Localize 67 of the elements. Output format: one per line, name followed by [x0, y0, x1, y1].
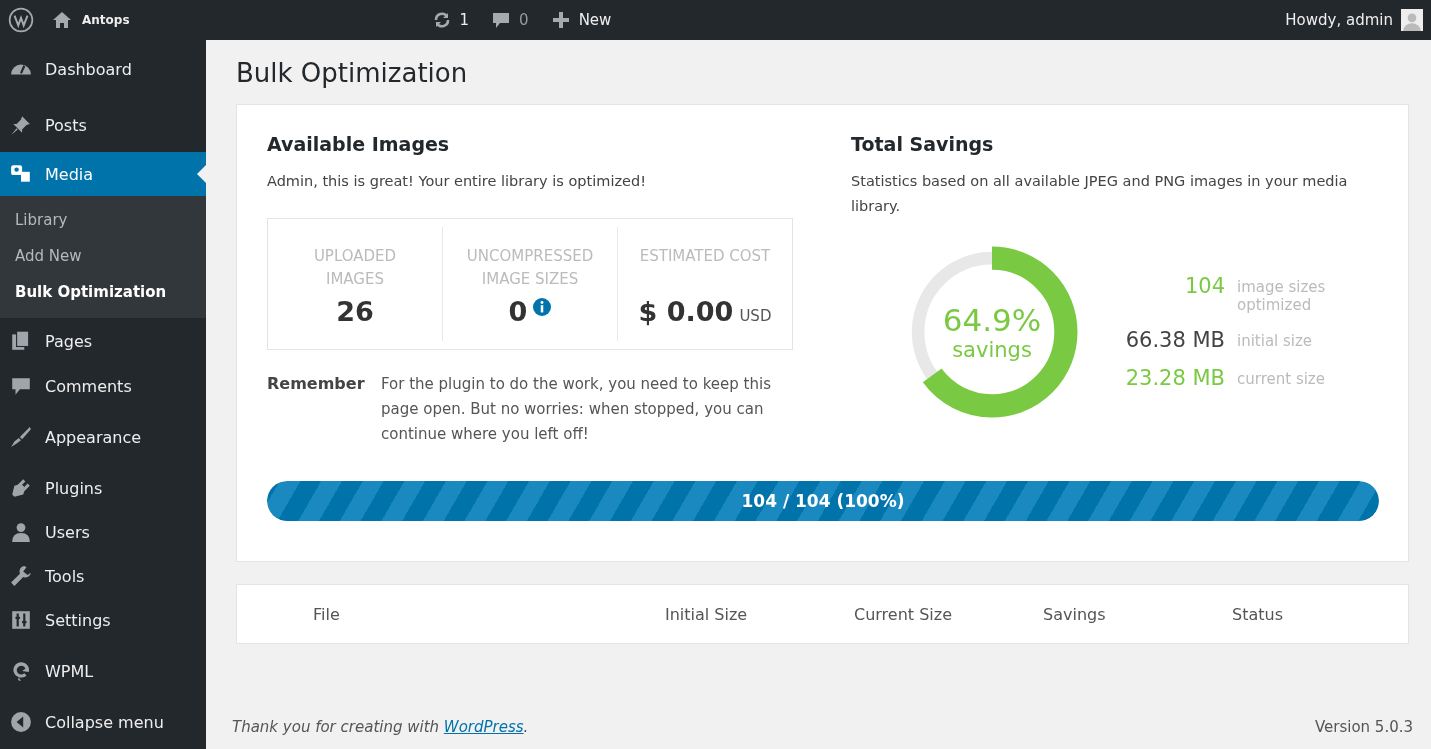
column-header: File [313, 604, 340, 624]
stat-label: ESTIMATED COST [639, 246, 771, 267]
figure-label: image sizes optimized [1237, 277, 1327, 314]
sidebar-item[interactable]: Settings [0, 598, 206, 642]
figure-label: current size [1237, 369, 1326, 388]
sidebar-item[interactable]: Pages [0, 318, 206, 364]
figure-label: initial size [1237, 331, 1314, 350]
sidebar-item[interactable]: Comments [0, 364, 206, 408]
wordpress-link[interactable]: WordPress [443, 718, 524, 736]
submenu-item[interactable]: Bulk Optimization [0, 274, 206, 310]
collapse-icon [10, 711, 32, 733]
sidebar-item[interactable]: WPML [0, 642, 206, 700]
plug-icon [10, 477, 32, 499]
comments-count[interactable]: 0 [519, 11, 529, 29]
column-header: Initial Size [665, 604, 748, 624]
currency-unit: USD [739, 307, 772, 325]
comment-icon[interactable] [491, 10, 512, 30]
sidebar-item[interactable]: Media [0, 152, 206, 196]
comment-icon [10, 375, 32, 397]
sidebar-item[interactable]: Collapse menu [0, 700, 206, 744]
pages-icon [10, 330, 32, 352]
section-title: Total Savings [851, 133, 995, 155]
wrench-icon [10, 565, 32, 587]
sidebar-item[interactable]: Users [0, 510, 206, 554]
greeting-link[interactable]: Howdy, admin [1285, 11, 1393, 29]
sidebar-item[interactable]: Plugins [0, 466, 206, 510]
stat-value: 26 [336, 296, 374, 327]
footer-credit: Thank you for creating with WordPress. [232, 718, 529, 736]
pin-icon [10, 114, 32, 136]
sidebar-item[interactable]: Dashboard [0, 40, 206, 98]
progress-label: 104 / 104 (100%) [741, 491, 905, 511]
updates-count[interactable]: 1 [459, 11, 470, 29]
column-header: Status [1232, 604, 1283, 624]
brush-icon [10, 426, 32, 448]
site-name-link[interactable]: Antops [82, 13, 130, 27]
section-title: Available Images [267, 133, 451, 155]
sidebar-item[interactable]: Posts [0, 98, 206, 152]
stat-value: $ 0.00 [638, 296, 734, 327]
remember-label: Remember [267, 373, 366, 395]
sidebar-item[interactable]: Tools [0, 554, 206, 598]
savings-label: savings [952, 338, 1032, 362]
wpml-icon [10, 660, 32, 682]
new-link[interactable]: New [578, 11, 612, 29]
statistics-description: Statistics based on all available JPEG and PNG images in your media library. [851, 172, 1349, 216]
figure-value: 23.28 MB [1124, 366, 1225, 390]
stat-label: UNCOMPRESSED IMAGE SIZES [465, 246, 595, 290]
media-icon [10, 163, 32, 185]
status-message: Admin, this is great! Your entire library is optimized! [267, 172, 647, 191]
sliders-icon [10, 609, 32, 631]
figure-value: 66.38 MB [1124, 328, 1225, 352]
wordpress-logo-icon[interactable] [8, 7, 34, 33]
home-icon[interactable] [52, 10, 72, 30]
page-title: Bulk Optimization [236, 58, 469, 88]
column-header: Savings [1043, 604, 1106, 624]
submenu-item[interactable]: Add New [0, 238, 206, 274]
info-icon[interactable] [533, 298, 552, 316]
stat-value: 0 [508, 296, 528, 327]
plus-icon[interactable] [550, 10, 571, 30]
savings-percent: 64.9% [942, 302, 1042, 338]
figure-value: 104 [1183, 274, 1225, 298]
submenu-item[interactable]: Library [0, 202, 206, 238]
remember-text: For the plugin to do the work, you need to keep this page open. But no worries: when stopped, you can continue where you left off! [381, 374, 772, 445]
sidebar-item[interactable]: Appearance [0, 408, 206, 466]
version-text: Version 5.0.3 [1314, 718, 1413, 736]
column-header: Current Size [854, 604, 953, 624]
user-icon [10, 521, 32, 543]
stat-label: UPLOADED IMAGES [312, 246, 398, 290]
